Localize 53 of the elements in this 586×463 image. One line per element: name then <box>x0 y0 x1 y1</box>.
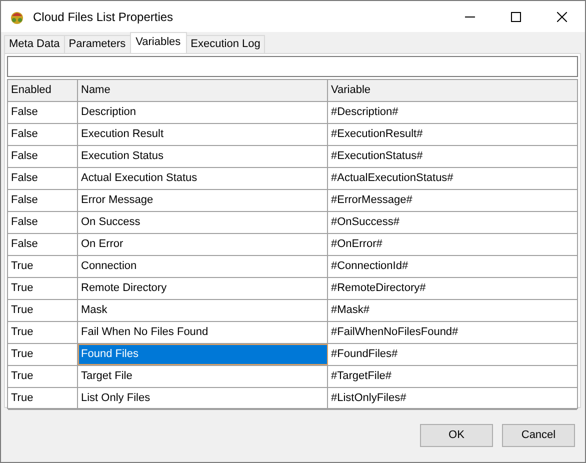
table-cell: False <box>8 212 78 233</box>
table-cell: False <box>8 168 78 189</box>
ok-button[interactable]: OK <box>420 424 493 446</box>
table-cell[interactable]: Found Files <box>78 344 328 365</box>
window-title: Cloud Files List Properties <box>33 10 174 24</box>
table-cell-text: #ListOnlyFiles# <box>330 391 408 406</box>
close-icon[interactable] <box>557 12 567 22</box>
table-cell-text: #Description# <box>330 105 400 120</box>
table-cell-text: #ErrorMessage# <box>330 193 414 208</box>
table-cell[interactable]: Target File <box>78 366 328 387</box>
table-cell[interactable]: Fail When No Files Found <box>78 322 328 343</box>
table-cell: True <box>8 278 78 299</box>
table-cell: False <box>8 102 78 123</box>
input-field[interactable] <box>7 56 578 77</box>
table-cell[interactable]: Mask <box>78 300 328 321</box>
table-cell-text: #ExecutionStatus# <box>330 149 424 164</box>
table-cell[interactable]: On Success <box>78 212 328 233</box>
table-cell: True <box>8 300 78 321</box>
table-cell[interactable]: Remote Directory <box>78 278 328 299</box>
tab[interactable]: Execution Log <box>186 35 266 53</box>
table-cell: True <box>8 366 78 387</box>
table-cell: True <box>8 388 78 409</box>
cancel-button[interactable]: Cancel <box>502 424 575 446</box>
table-cell: True <box>8 256 78 277</box>
table-cell[interactable]: Execution Result <box>78 124 328 145</box>
column-header[interactable]: Variable <box>328 80 577 101</box>
table-cell-text: #ExecutionResult# <box>330 127 424 142</box>
table-cell[interactable]: Error Message <box>78 190 328 211</box>
table-cell-text: #FoundFiles# <box>330 347 399 362</box>
table-cell-text: #FailWhenNoFilesFound# <box>330 325 460 340</box>
table-cell[interactable]: Connection <box>78 256 328 277</box>
table-cell-text: #Mask# <box>330 303 371 318</box>
table-cell-text: #OnError# <box>330 237 384 252</box>
table-cell[interactable]: On Error <box>78 234 328 255</box>
table-cell-text: #OnSuccess# <box>330 215 400 230</box>
table-cell: False <box>8 124 78 145</box>
table-cell: False <box>8 190 78 211</box>
table-cell: False <box>8 234 78 255</box>
table-cell[interactable]: Actual Execution Status <box>78 168 328 189</box>
maximize-icon[interactable] <box>511 12 521 22</box>
table-cell[interactable]: Execution Status <box>78 146 328 167</box>
column-header[interactable]: Enabled <box>8 80 78 101</box>
table-cell[interactable]: Description <box>78 102 328 123</box>
tab[interactable]: Meta Data <box>4 35 65 53</box>
table-cell-text: #RemoteDirectory# <box>330 281 427 296</box>
table-cell-text: #ActualExecutionStatus# <box>330 171 454 186</box>
table-cell: True <box>8 322 78 343</box>
table-cell-text: #TargetFile# <box>330 369 393 384</box>
table-cell[interactable]: List Only Files <box>78 388 328 409</box>
column-header[interactable]: Name <box>78 80 328 101</box>
table-cell-text: #ConnectionId# <box>330 259 410 274</box>
tab[interactable]: Variables <box>130 32 187 53</box>
table-cell: False <box>8 146 78 167</box>
